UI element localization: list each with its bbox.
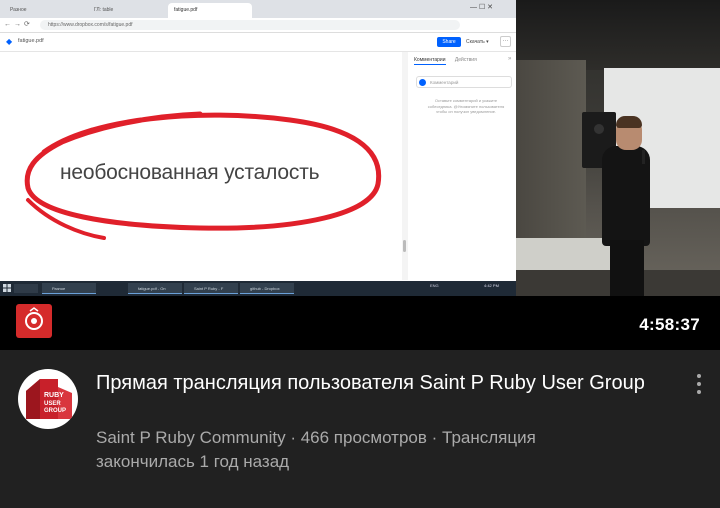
wall bbox=[516, 60, 586, 240]
comment-placeholder: Комментарий bbox=[430, 79, 459, 85]
comment-hint: Оставьте комментарий и укажите собеседни… bbox=[427, 98, 505, 114]
channel-avatar[interactable]: RUBY USER GROUP bbox=[18, 369, 78, 429]
video-duration: 4:58:37 bbox=[639, 315, 700, 334]
windows-start-icon bbox=[3, 284, 11, 292]
comments-panel: Комментарии Действия » Комментарий Остав… bbox=[410, 52, 516, 280]
taskbar-item: Разное bbox=[42, 283, 96, 294]
annotation-stroke bbox=[24, 111, 382, 231]
taskbar-search bbox=[14, 284, 38, 293]
taskbar-clock: 4:42 PM bbox=[484, 283, 499, 288]
comments-tabs: Комментарии Действия bbox=[414, 57, 477, 65]
video-player[interactable]: Разное ГЛ: table fatigue.pdf — ☐ ✕ ←→⟳ h… bbox=[0, 0, 720, 350]
vertical-ellipsis-icon[interactable] bbox=[692, 372, 706, 398]
screencast: Разное ГЛ: table fatigue.pdf — ☐ ✕ ←→⟳ h… bbox=[0, 0, 516, 296]
camera-feed bbox=[516, 0, 720, 296]
taskbar-item: Saint P Ruby - F bbox=[184, 283, 238, 294]
video-title[interactable]: Прямая трансляция пользователя Saint P R… bbox=[96, 370, 686, 396]
svg-text:USER: USER bbox=[44, 401, 61, 407]
tab-activity: Действия bbox=[454, 57, 477, 63]
comment-input: Комментарий bbox=[416, 76, 512, 88]
speaker-cone bbox=[594, 124, 604, 134]
system-tray: ENG bbox=[430, 283, 439, 288]
microphone bbox=[642, 150, 645, 164]
ruby-logo-icon bbox=[25, 307, 43, 330]
taskbar-item: github - Dropbox bbox=[240, 283, 294, 294]
dot bbox=[697, 374, 701, 378]
avatar-label: RUBY bbox=[44, 392, 64, 399]
windows-taskbar: Разное fatigue.pdf - Оп Saint P Ruby - F… bbox=[0, 281, 516, 296]
tab-comments: Комментарии bbox=[414, 57, 446, 65]
channel-badge-icon[interactable] bbox=[16, 304, 52, 338]
user-avatar-icon bbox=[419, 79, 426, 86]
svg-text:GROUP: GROUP bbox=[44, 408, 66, 414]
taskbar-item: fatigue.pdf - Оп bbox=[128, 283, 182, 294]
ruby-user-group-logo-icon: RUBY USER GROUP bbox=[26, 379, 72, 419]
speaker-legs bbox=[610, 240, 644, 296]
close-icon: » bbox=[508, 56, 512, 62]
dot bbox=[697, 390, 701, 394]
dot bbox=[697, 382, 701, 386]
video-meta: Saint P Ruby Community · 466 просмотров … bbox=[96, 428, 536, 471]
speaker-hair bbox=[616, 116, 642, 128]
